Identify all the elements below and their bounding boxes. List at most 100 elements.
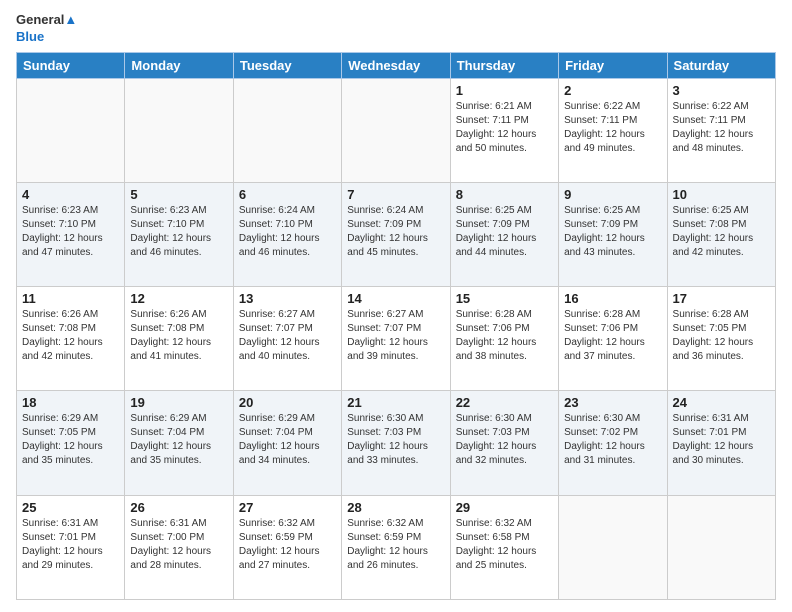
calendar-day-cell bbox=[17, 78, 125, 182]
day-info: Sunrise: 6:29 AMSunset: 7:04 PMDaylight:… bbox=[239, 412, 336, 468]
calendar-day-cell: 11 Sunrise: 6:26 AMSunset: 7:08 PMDayligh… bbox=[17, 287, 125, 391]
calendar-day-cell: 16 Sunrise: 6:28 AMSunset: 7:06 PMDayligh… bbox=[559, 287, 667, 391]
day-info: Sunrise: 6:32 AMSunset: 6:58 PMDaylight:… bbox=[456, 517, 553, 573]
day-info: Sunrise: 6:29 AMSunset: 7:04 PMDaylight:… bbox=[130, 412, 227, 468]
day-info: Sunrise: 6:31 AMSunset: 7:01 PMDaylight:… bbox=[22, 517, 119, 573]
calendar-week-row: 11 Sunrise: 6:26 AMSunset: 7:08 PMDayligh… bbox=[17, 287, 776, 391]
calendar-day-cell: 22Sunrise: 6:30 AMSunset: 7:03 PMDayligh… bbox=[450, 391, 558, 495]
day-number: 10 bbox=[673, 187, 770, 202]
day-info: Sunrise: 6:28 AMSunset: 7:06 PMDaylight:… bbox=[564, 308, 661, 364]
calendar-day-cell: 20 Sunrise: 6:29 AMSunset: 7:04 PMDayligh… bbox=[233, 391, 341, 495]
calendar-day-cell bbox=[342, 78, 450, 182]
calendar-day-cell: 6 Sunrise: 6:24 AMSunset: 7:10 PMDaylight… bbox=[233, 183, 341, 287]
day-number: 14 bbox=[347, 291, 444, 306]
calendar-day-cell: 24Sunrise: 6:31 AMSunset: 7:01 PMDayligh… bbox=[667, 391, 775, 495]
day-number: 18 bbox=[22, 395, 119, 410]
day-info: Sunrise: 6:25 AMSunset: 7:09 PMDaylight:… bbox=[564, 204, 661, 260]
day-number: 4 bbox=[22, 187, 119, 202]
day-number: 28 bbox=[347, 500, 444, 515]
day-number: 6 bbox=[239, 187, 336, 202]
day-number: 16 bbox=[564, 291, 661, 306]
day-number: 7 bbox=[347, 187, 444, 202]
header: General▲ Blue bbox=[16, 12, 776, 46]
logo: General▲ Blue bbox=[16, 12, 77, 46]
day-info: Sunrise: 6:26 AMSunset: 7:08 PMDaylight:… bbox=[22, 308, 119, 364]
day-number: 29 bbox=[456, 500, 553, 515]
calendar-day-cell: 26Sunrise: 6:31 AMSunset: 7:00 PMDayligh… bbox=[125, 495, 233, 599]
calendar-day-cell: 21 Sunrise: 6:30 AMSunset: 7:03 PMDayligh… bbox=[342, 391, 450, 495]
calendar-header-cell: Friday bbox=[559, 52, 667, 78]
day-info: Sunrise: 6:26 AMSunset: 7:08 PMDaylight:… bbox=[130, 308, 227, 364]
day-number: 2 bbox=[564, 83, 661, 98]
day-info: Sunrise: 6:31 AMSunset: 7:00 PMDaylight:… bbox=[130, 517, 227, 573]
calendar-day-cell: 1 Sunrise: 6:21 AMSunset: 7:11 PMDaylight… bbox=[450, 78, 558, 182]
calendar-header-cell: Sunday bbox=[17, 52, 125, 78]
calendar-header-row: SundayMondayTuesdayWednesdayThursdayFrid… bbox=[17, 52, 776, 78]
day-info: Sunrise: 6:28 AMSunset: 7:06 PMDaylight:… bbox=[456, 308, 553, 364]
day-number: 5 bbox=[130, 187, 227, 202]
day-info: Sunrise: 6:27 AMSunset: 7:07 PMDaylight:… bbox=[347, 308, 444, 364]
day-number: 15 bbox=[456, 291, 553, 306]
day-info: Sunrise: 6:29 AMSunset: 7:05 PMDaylight:… bbox=[22, 412, 119, 468]
day-info: Sunrise: 6:22 AMSunset: 7:11 PMDaylight:… bbox=[564, 100, 661, 156]
day-info: Sunrise: 6:30 AMSunset: 7:03 PMDaylight:… bbox=[456, 412, 553, 468]
calendar-table: SundayMondayTuesdayWednesdayThursdayFrid… bbox=[16, 52, 776, 600]
calendar-week-row: 18 Sunrise: 6:29 AMSunset: 7:05 PMDayligh… bbox=[17, 391, 776, 495]
day-info: Sunrise: 6:32 AMSunset: 6:59 PMDaylight:… bbox=[347, 517, 444, 573]
logo-text: General▲ Blue bbox=[16, 12, 77, 46]
calendar-header-cell: Wednesday bbox=[342, 52, 450, 78]
day-number: 8 bbox=[456, 187, 553, 202]
calendar-day-cell: 14 Sunrise: 6:27 AMSunset: 7:07 PMDayligh… bbox=[342, 287, 450, 391]
calendar-body: 1 Sunrise: 6:21 AMSunset: 7:11 PMDaylight… bbox=[17, 78, 776, 599]
day-info: Sunrise: 6:27 AMSunset: 7:07 PMDaylight:… bbox=[239, 308, 336, 364]
calendar-day-cell: 18 Sunrise: 6:29 AMSunset: 7:05 PMDayligh… bbox=[17, 391, 125, 495]
day-info: Sunrise: 6:24 AMSunset: 7:10 PMDaylight:… bbox=[239, 204, 336, 260]
day-info: Sunrise: 6:30 AMSunset: 7:03 PMDaylight:… bbox=[347, 412, 444, 468]
day-number: 11 bbox=[22, 291, 119, 306]
calendar-day-cell: 29 Sunrise: 6:32 AMSunset: 6:58 PMDayligh… bbox=[450, 495, 558, 599]
day-info: Sunrise: 6:21 AMSunset: 7:11 PMDaylight:… bbox=[456, 100, 553, 156]
day-info: Sunrise: 6:28 AMSunset: 7:05 PMDaylight:… bbox=[673, 308, 770, 364]
day-number: 9 bbox=[564, 187, 661, 202]
calendar-week-row: 4 Sunrise: 6:23 AMSunset: 7:10 PMDaylight… bbox=[17, 183, 776, 287]
calendar-week-row: 25 Sunrise: 6:31 AMSunset: 7:01 PMDayligh… bbox=[17, 495, 776, 599]
calendar-header-cell: Saturday bbox=[667, 52, 775, 78]
day-info: Sunrise: 6:23 AMSunset: 7:10 PMDaylight:… bbox=[22, 204, 119, 260]
calendar-day-cell: 3 Sunrise: 6:22 AMSunset: 7:11 PMDaylight… bbox=[667, 78, 775, 182]
calendar-day-cell: 4 Sunrise: 6:23 AMSunset: 7:10 PMDaylight… bbox=[17, 183, 125, 287]
calendar-day-cell: 8Sunrise: 6:25 AMSunset: 7:09 PMDaylight… bbox=[450, 183, 558, 287]
calendar-day-cell: 25 Sunrise: 6:31 AMSunset: 7:01 PMDayligh… bbox=[17, 495, 125, 599]
calendar-day-cell: 10 Sunrise: 6:25 AMSunset: 7:08 PMDayligh… bbox=[667, 183, 775, 287]
calendar-day-cell: 7 Sunrise: 6:24 AMSunset: 7:09 PMDaylight… bbox=[342, 183, 450, 287]
calendar-day-cell: 23Sunrise: 6:30 AMSunset: 7:02 PMDayligh… bbox=[559, 391, 667, 495]
day-number: 1 bbox=[456, 83, 553, 98]
calendar-day-cell: 27 Sunrise: 6:32 AMSunset: 6:59 PMDayligh… bbox=[233, 495, 341, 599]
calendar-day-cell: 5 Sunrise: 6:23 AMSunset: 7:10 PMDaylight… bbox=[125, 183, 233, 287]
calendar-header-cell: Monday bbox=[125, 52, 233, 78]
day-number: 20 bbox=[239, 395, 336, 410]
day-info: Sunrise: 6:22 AMSunset: 7:11 PMDaylight:… bbox=[673, 100, 770, 156]
day-number: 21 bbox=[347, 395, 444, 410]
day-number: 3 bbox=[673, 83, 770, 98]
day-info: Sunrise: 6:25 AMSunset: 7:08 PMDaylight:… bbox=[673, 204, 770, 260]
day-info: Sunrise: 6:23 AMSunset: 7:10 PMDaylight:… bbox=[130, 204, 227, 260]
day-info: Sunrise: 6:24 AMSunset: 7:09 PMDaylight:… bbox=[347, 204, 444, 260]
calendar-day-cell bbox=[233, 78, 341, 182]
day-info: Sunrise: 6:32 AMSunset: 6:59 PMDaylight:… bbox=[239, 517, 336, 573]
calendar-day-cell: 2 Sunrise: 6:22 AMSunset: 7:11 PMDaylight… bbox=[559, 78, 667, 182]
calendar-week-row: 1 Sunrise: 6:21 AMSunset: 7:11 PMDaylight… bbox=[17, 78, 776, 182]
day-number: 12 bbox=[130, 291, 227, 306]
day-number: 13 bbox=[239, 291, 336, 306]
calendar-day-cell: 17 Sunrise: 6:28 AMSunset: 7:05 PMDayligh… bbox=[667, 287, 775, 391]
calendar-day-cell: 9 Sunrise: 6:25 AMSunset: 7:09 PMDaylight… bbox=[559, 183, 667, 287]
day-number: 25 bbox=[22, 500, 119, 515]
calendar-day-cell bbox=[667, 495, 775, 599]
calendar-header-cell: Tuesday bbox=[233, 52, 341, 78]
day-info: Sunrise: 6:30 AMSunset: 7:02 PMDaylight:… bbox=[564, 412, 661, 468]
day-number: 24 bbox=[673, 395, 770, 410]
calendar-day-cell bbox=[125, 78, 233, 182]
day-number: 17 bbox=[673, 291, 770, 306]
day-number: 27 bbox=[239, 500, 336, 515]
calendar-day-cell: 13 Sunrise: 6:27 AMSunset: 7:07 PMDayligh… bbox=[233, 287, 341, 391]
calendar-day-cell: 19Sunrise: 6:29 AMSunset: 7:04 PMDayligh… bbox=[125, 391, 233, 495]
